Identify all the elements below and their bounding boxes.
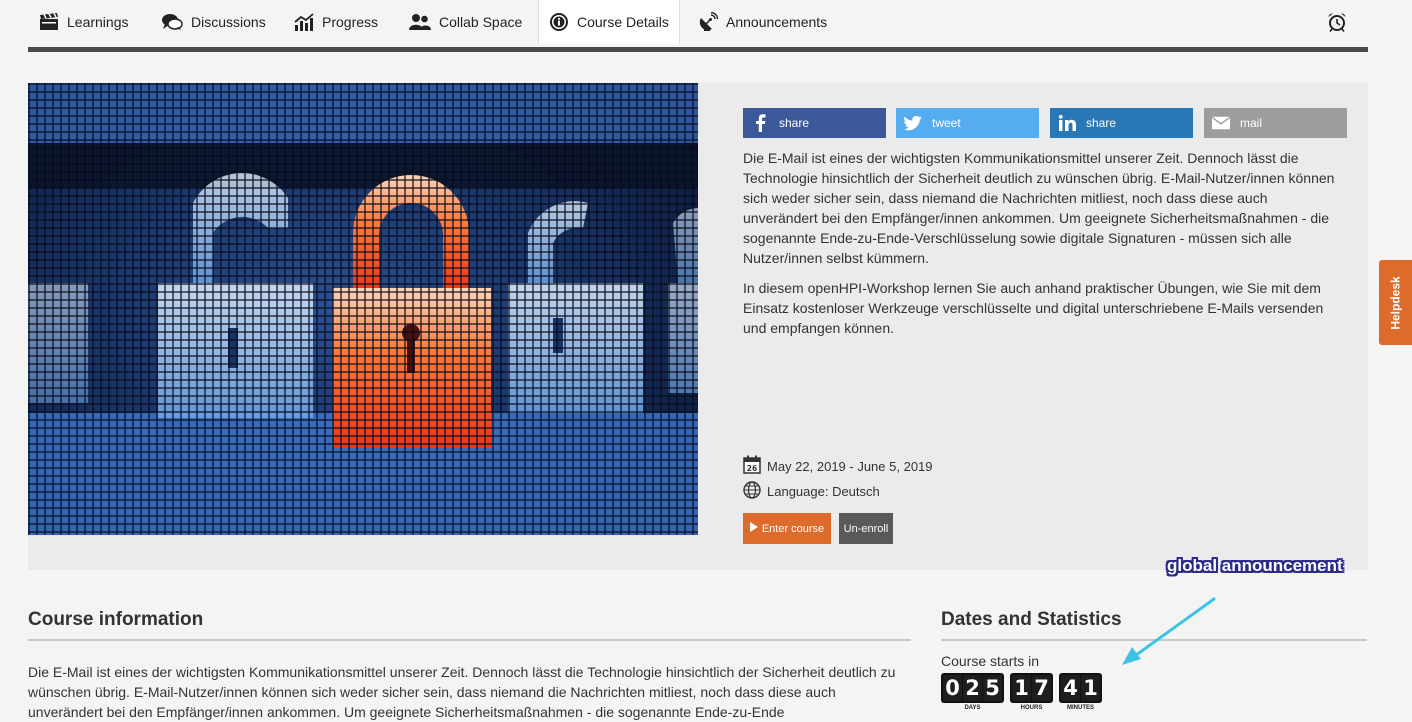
global-announcement-annotation: global announcement (1167, 556, 1343, 575)
course-description-p1: Die E-Mail ist eines der wichtigsten Kom… (743, 150, 1335, 266)
countdown-digit: 2 (963, 675, 982, 701)
course-nav: Learnings Discussions Progress Collab Sp… (28, 0, 1368, 47)
countdown-timer: 0 2 5 DAYS 1 7 HOURS 4 1 MINUTES (941, 673, 1102, 711)
course-information-text: Die E-Mail ist eines der wichtigsten Kom… (28, 664, 896, 720)
countdown-label: DAYS (964, 705, 981, 711)
play-icon (749, 522, 758, 535)
mail-share-button[interactable]: mail (1204, 108, 1347, 138)
alarm-clock-button[interactable] (1327, 0, 1347, 44)
info-circle-icon (549, 12, 569, 32)
course-dates: 26 May 22, 2019 - June 5, 2019 (743, 455, 933, 477)
nav-item-learnings[interactable]: Learnings (39, 0, 129, 44)
course-language: Language: Deutsch (743, 481, 880, 502)
nav-item-announcements[interactable]: Announcements (698, 0, 827, 44)
twitter-tweet-button[interactable]: tweet (896, 108, 1039, 138)
nav-underline (28, 47, 1368, 52)
nav-label: Announcements (726, 14, 828, 30)
linkedin-share-button[interactable]: share (1050, 108, 1193, 138)
countdown-digit: 1 (1012, 675, 1031, 701)
nav-item-discussions[interactable]: Discussions (161, 0, 266, 44)
nav-label: Learnings (67, 14, 129, 30)
satellite-dish-icon (698, 12, 718, 32)
twitter-bird-icon (904, 114, 922, 132)
svg-text:26: 26 (747, 464, 757, 473)
countdown-digit: 0 (943, 675, 962, 701)
course-image (28, 83, 698, 535)
users-icon (409, 13, 431, 31)
nav-label: Discussions (191, 14, 266, 30)
dates-statistics-heading: Dates and Statistics (941, 609, 1122, 630)
nav-label: Collab Space (439, 14, 523, 30)
alarm-clock-icon (1327, 12, 1347, 32)
countdown-digit: 7 (1032, 675, 1051, 701)
nav-item-collab-space[interactable]: Collab Space (409, 0, 522, 44)
countdown-label: HOURS (1020, 705, 1043, 711)
countdown-digit: 5 (983, 675, 1002, 701)
helpdesk-tab[interactable]: Helpdesk (1379, 260, 1412, 345)
clapperboard-icon (39, 13, 59, 31)
calendar-icon: 26 (743, 455, 761, 477)
annotation-arrow-icon (1122, 597, 1216, 665)
unenroll-button[interactable]: Un-enroll (839, 513, 893, 544)
countdown-hours: 1 7 HOURS (1010, 673, 1053, 711)
enter-course-button[interactable]: Enter course (743, 513, 831, 544)
nav-label: Course Details (577, 14, 669, 30)
course-information-heading: Course information (28, 609, 204, 630)
globe-icon (743, 481, 761, 502)
nav-item-progress[interactable]: Progress (294, 0, 378, 44)
course-description-p2: In diesem openHPI-Workshop lernen Sie au… (743, 280, 1324, 336)
chat-bubbles-icon (161, 13, 183, 31)
countdown-days: 0 2 5 DAYS (941, 673, 1004, 711)
countdown-label: MINUTES (1067, 705, 1094, 711)
countdown-digit: 1 (1081, 675, 1100, 701)
nav-item-course-details[interactable]: Course Details (538, 0, 680, 44)
envelope-icon (1212, 114, 1230, 132)
course-starts-label: Course starts in (941, 653, 1040, 669)
countdown-digit: 4 (1061, 675, 1080, 701)
linkedin-icon (1058, 114, 1076, 132)
countdown-minutes: 4 1 MINUTES (1059, 673, 1102, 711)
facebook-share-button[interactable]: share (743, 108, 886, 138)
section-divider (28, 639, 911, 641)
facebook-icon (751, 114, 769, 132)
bar-chart-icon (294, 13, 314, 31)
nav-label: Progress (322, 14, 379, 30)
